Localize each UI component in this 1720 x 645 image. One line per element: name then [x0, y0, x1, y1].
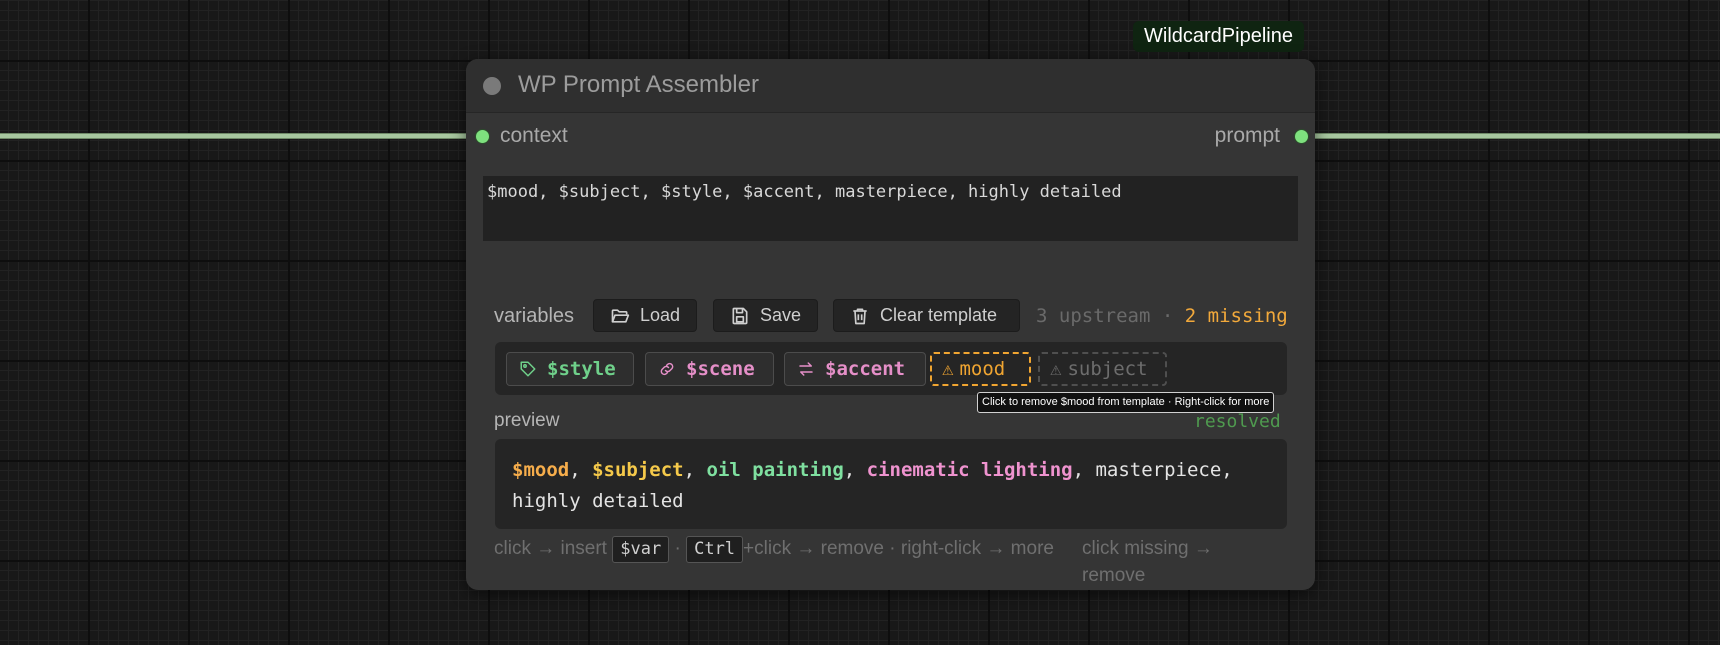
variable-chip-tray: $style $scene $accent ⚠ mood ⚠ subject [495, 342, 1287, 395]
clear-template-label: Clear template [880, 305, 998, 325]
context-slot-label: context [500, 124, 568, 147]
status-separator: · [1161, 305, 1174, 327]
prompt-slot-label: prompt [1214, 124, 1280, 147]
chip-label: $scene [686, 358, 755, 380]
missing-count: 2 missing [1184, 305, 1288, 327]
usage-hint: click → insert $var · Ctrl +click → remov… [494, 535, 1054, 563]
node-title-bar[interactable]: WP Prompt Assembler [466, 59, 1315, 113]
preview-token: , [683, 459, 707, 481]
missing-hint: click missing → remove [1082, 538, 1213, 586]
upstream-count: 3 upstream [1036, 305, 1151, 327]
missing-chip-mood[interactable]: ⚠ mood [930, 352, 1031, 386]
save-icon [732, 307, 748, 324]
prompt-output-slot[interactable] [1294, 129, 1309, 144]
variable-chip-style[interactable]: $style [506, 352, 634, 386]
warning-icon: ⚠ [1050, 358, 1062, 380]
preview-token: cinematic lighting [866, 459, 1073, 481]
resolved-status: resolved [1194, 411, 1281, 432]
preview-token: , masterpiece, [1072, 459, 1233, 481]
variables-status: 3 upstream · 2 missing [1036, 305, 1288, 327]
hint-text: · [669, 538, 687, 559]
collapse-dot-icon[interactable] [483, 77, 501, 95]
preview-token: oil painting [706, 459, 844, 481]
context-link-wire [0, 133, 478, 139]
template-textarea[interactable]: $mood, $subject, $style, $accent, master… [483, 176, 1298, 241]
prompt-assembler-node[interactable]: WP Prompt Assembler context prompt $mood… [466, 59, 1315, 590]
chip-label: $style [547, 358, 616, 380]
preview-token: $mood [512, 459, 570, 481]
prompt-link-wire [1308, 133, 1720, 139]
preview-token: , [843, 459, 867, 481]
context-input-slot[interactable] [475, 129, 490, 144]
hint-text: click → insert [494, 538, 613, 559]
preview-token: $subject [592, 459, 684, 481]
tag-icon [520, 361, 536, 377]
chip-label: mood [959, 358, 1006, 380]
variable-chip-scene[interactable]: $scene [645, 352, 774, 386]
load-button[interactable]: Load [593, 299, 697, 332]
preview-token: highly detailed [512, 490, 684, 512]
preview-token: , [569, 459, 593, 481]
variable-chip-accent[interactable]: $accent [784, 352, 926, 386]
load-label: Load [640, 305, 681, 325]
hint-kbd-var: $var [612, 536, 670, 563]
swap-icon [799, 362, 813, 376]
hint-text: +click → remove · right-click → more [743, 538, 1054, 559]
chip-label: $accent [825, 358, 906, 380]
save-label: Save [760, 305, 802, 325]
link-icon [660, 362, 674, 376]
chip-tooltip: Click to remove $mood from template · Ri… [977, 392, 1275, 413]
missing-chip-subject[interactable]: ⚠ subject [1038, 352, 1167, 386]
folder-open-icon [611, 308, 630, 323]
chip-label: subject [1067, 358, 1148, 380]
save-button[interactable]: Save [713, 299, 818, 332]
node-title: WP Prompt Assembler [518, 71, 759, 98]
clear-template-button[interactable]: Clear template [833, 299, 1020, 332]
preview-label: preview [494, 410, 560, 431]
resolved-preview: $mood, $subject, oil painting, cinematic… [495, 439, 1287, 529]
group-title[interactable]: WildcardPipeline [1133, 21, 1304, 52]
hint-kbd-ctrl: Ctrl [686, 536, 744, 563]
warning-icon: ⚠ [942, 358, 954, 380]
trash-icon [853, 308, 867, 324]
variables-label: variables [494, 305, 575, 327]
